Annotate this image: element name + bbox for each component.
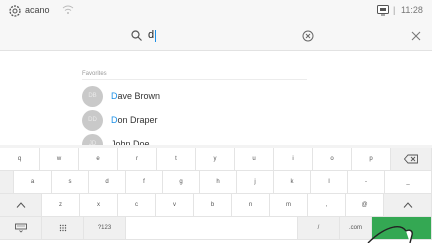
key-hyphen[interactable]: - — [348, 171, 385, 194]
key-b[interactable]: b — [194, 194, 232, 217]
contact-item[interactable]: DB Dave Brown — [82, 86, 312, 108]
favorites-divider — [82, 79, 307, 80]
key-k[interactable]: k — [274, 171, 311, 194]
backspace-icon — [404, 154, 418, 164]
contact-name: Don Draper — [111, 115, 158, 125]
key-slash[interactable]: / — [298, 217, 340, 240]
shift-up-icon — [403, 202, 412, 208]
key-m[interactable]: m — [270, 194, 308, 217]
keyboard-row-1: q w e r t y u i o p — [0, 148, 432, 171]
search-bar[interactable]: d — [0, 22, 432, 51]
shift-key-right[interactable] — [384, 194, 432, 217]
clock-time: 11:28 — [401, 5, 423, 15]
key-l[interactable]: l — [311, 171, 348, 194]
status-separator: | — [393, 5, 396, 15]
key-z[interactable]: z — [42, 194, 80, 217]
keyboard-row-2: a s d f g h j k l - _ — [0, 171, 432, 194]
key-q[interactable]: q — [0, 148, 40, 171]
key-n[interactable]: n — [232, 194, 270, 217]
search-icon — [131, 30, 142, 41]
key-u[interactable]: u — [235, 148, 274, 171]
shift-key[interactable] — [0, 194, 42, 217]
contact-item[interactable]: DD Don Draper — [82, 110, 312, 132]
wifi-icon — [62, 5, 74, 14]
numbers-key[interactable]: ?123 — [84, 217, 126, 240]
key-w[interactable]: w — [40, 148, 79, 171]
favorites-heading: Favorites — [82, 71, 107, 77]
contact-name: Dave Brown — [111, 91, 161, 101]
key-s[interactable]: s — [52, 171, 89, 194]
key-j[interactable]: j — [237, 171, 274, 194]
key-v[interactable]: v — [156, 194, 194, 217]
avatar: DB — [82, 86, 103, 107]
screen-share-icon[interactable] — [377, 5, 389, 16]
key-at[interactable]: @ — [346, 194, 384, 217]
key-p[interactable]: p — [352, 148, 391, 171]
avatar: DD — [82, 110, 103, 131]
clear-search-icon[interactable] — [302, 30, 314, 42]
key-y[interactable]: y — [196, 148, 235, 171]
key-i[interactable]: i — [274, 148, 313, 171]
key-spacer — [0, 171, 14, 194]
dialpad-icon — [59, 224, 66, 232]
hide-keyboard-key[interactable] — [0, 217, 42, 240]
search-input[interactable]: d — [148, 29, 154, 41]
key-g[interactable]: g — [163, 171, 200, 194]
text-cursor — [155, 30, 156, 42]
shift-up-icon — [16, 202, 25, 208]
key-r[interactable]: r — [118, 148, 157, 171]
key-e[interactable]: e — [79, 148, 118, 171]
close-icon[interactable] — [410, 30, 422, 42]
settings-logo-icon[interactable] — [8, 4, 22, 18]
key-t[interactable]: t — [157, 148, 196, 171]
space-key[interactable] — [126, 217, 298, 240]
backspace-key[interactable] — [391, 148, 432, 171]
key-f[interactable]: f — [126, 171, 163, 194]
keyboard-hide-icon — [14, 223, 27, 233]
key-h[interactable]: h — [200, 171, 237, 194]
key-c[interactable]: c — [118, 194, 156, 217]
key-x[interactable]: x — [80, 194, 118, 217]
key-comma[interactable]: , — [308, 194, 346, 217]
key-underscore[interactable]: _ — [385, 171, 432, 194]
status-bar: acano | 11:28 — [0, 0, 432, 22]
hand-pointer-icon — [367, 226, 413, 243]
key-d[interactable]: d — [89, 171, 126, 194]
brand-name: acano — [25, 5, 50, 15]
keyboard-row-3: z x c v b n m , @ — [0, 194, 432, 217]
dialpad-key[interactable] — [42, 217, 84, 240]
key-a[interactable]: a — [14, 171, 52, 194]
key-o[interactable]: o — [313, 148, 352, 171]
